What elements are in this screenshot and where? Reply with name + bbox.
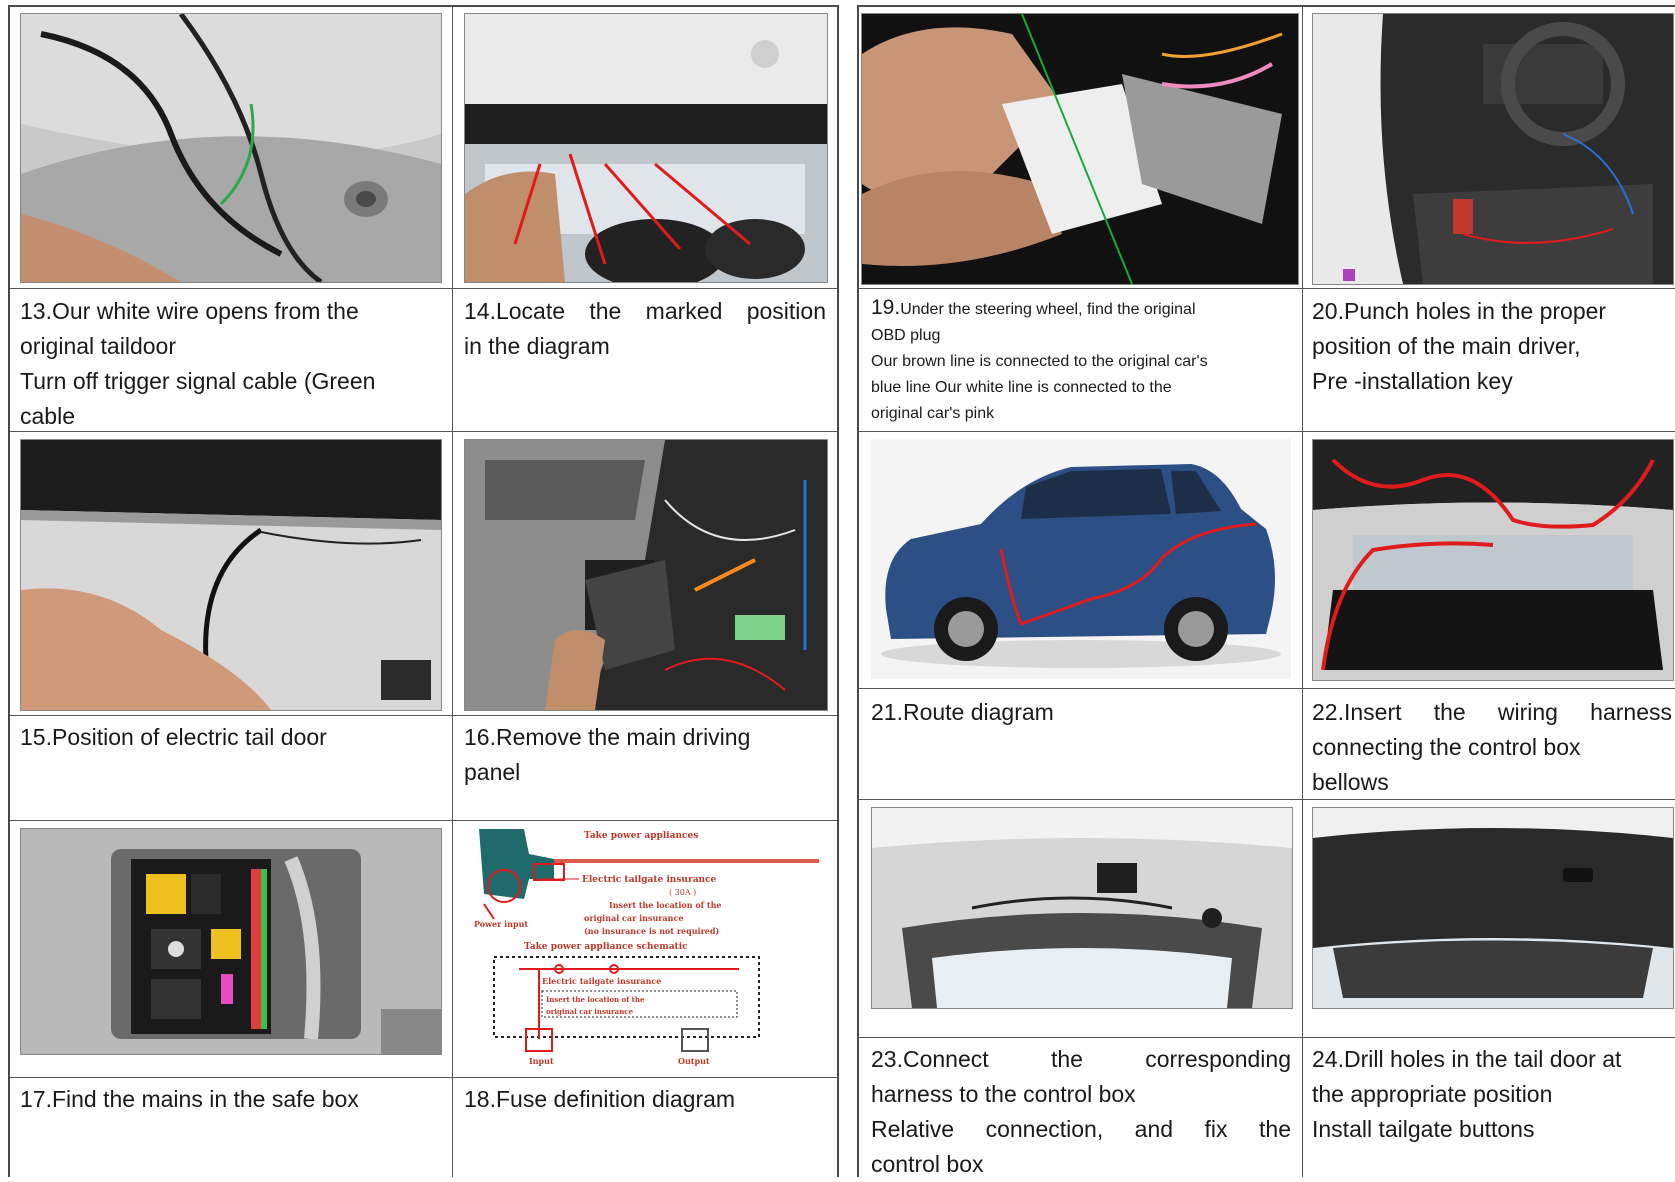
route-diagram: [871, 439, 1291, 679]
caption-line: 15.Position of electric tail door: [20, 724, 327, 750]
caption-line: original car's pink: [871, 405, 995, 422]
row-divider: [859, 1037, 1675, 1038]
caption-line: in the diagram: [464, 333, 610, 359]
caption-line: cable: [20, 403, 75, 429]
caption-line: blue line Our white line is connected to…: [871, 379, 1172, 396]
step-20-caption: 20.Punch holes in the proper position of…: [1312, 294, 1672, 399]
diagram-label: Output: [678, 1056, 710, 1066]
step-18-caption: 18.Fuse definition diagram: [464, 1082, 826, 1117]
caption-line: original taildoor: [20, 333, 176, 359]
step-17-caption: 17.Find the mains in the safe box: [20, 1082, 440, 1117]
caption-line: 24.Drill holes in the tail door at: [1312, 1046, 1622, 1072]
diagram-label: Insert the location of the: [546, 995, 645, 1004]
caption-line: bellows: [1312, 769, 1389, 795]
step-22-caption: 22.Insert the wiring harness connecting …: [1312, 695, 1672, 800]
caption-line: Our brown line is connected to the origi…: [871, 353, 1208, 370]
step-24-caption: 24.Drill holes in the tail door at the a…: [1312, 1042, 1672, 1147]
caption-line: 20.Punch holes in the proper: [1312, 298, 1607, 324]
diagram-label: Input: [529, 1056, 554, 1066]
diagram-label: Insert the location of the: [609, 900, 722, 910]
diagram-label: (no insurance is not required): [584, 926, 719, 936]
step-21-caption: 21.Route diagram: [871, 695, 1291, 730]
step-15-caption: 15.Position of electric tail door: [20, 720, 440, 755]
caption-line: Turn off trigger signal cable (Green: [20, 368, 376, 394]
main-driver-photo: [1312, 13, 1674, 285]
caption-line: 23.Connect the corresponding: [871, 1046, 1291, 1072]
row-divider: [10, 1077, 837, 1078]
control-box-photo: [871, 807, 1293, 1009]
right-instruction-table: 19.Under the steering wheel, find the or…: [857, 5, 1675, 1177]
step-19-caption: 19.Under the steering wheel, find the or…: [871, 295, 1296, 427]
taildoor-wire-photo: [20, 13, 442, 283]
step-14-caption: 14.Locate the marked position in the dia…: [464, 294, 826, 364]
step-23-caption: 23.Connect the corresponding harness to …: [871, 1042, 1291, 1182]
caption-line: 14.Locate the marked position: [464, 298, 826, 324]
column-divider: [1302, 7, 1303, 1177]
left-instruction-table: 13.Our white wire opens from the origina…: [8, 5, 839, 1177]
caption-line: the appropriate position: [1312, 1081, 1553, 1107]
caption-line: OBD plug: [871, 327, 941, 344]
caption-line: connecting the control box: [1312, 734, 1581, 760]
row-divider: [859, 688, 1675, 689]
control-box-bellows-photo: [1312, 439, 1674, 681]
tailgate-button-photo: [1312, 807, 1674, 1009]
row-divider: [859, 431, 1675, 432]
diagram-label: original car insurance: [584, 913, 683, 923]
driving-panel-photo: [464, 439, 828, 711]
caption-line: 18.Fuse definition diagram: [464, 1086, 736, 1112]
fuse-box-photo: [20, 828, 442, 1055]
electric-tail-door-photo: [20, 439, 442, 711]
column-divider: [452, 7, 453, 1177]
diagram-label: Take power appliances: [584, 831, 698, 841]
caption-line: 17.Find the mains in the safe box: [20, 1086, 359, 1112]
marked-position-photo: [464, 13, 828, 283]
diagram-label: Take power appliance schematic: [524, 942, 688, 952]
caption-line: panel: [464, 759, 521, 785]
row-divider: [10, 288, 837, 289]
diagram-label: ( 30A ): [669, 888, 696, 897]
caption-line: position of the main driver,: [1312, 333, 1581, 359]
caption-line: 13.Our white wire opens from the: [20, 298, 359, 324]
fuse-definition-diagram: Take power appliances Electric tailgate …: [464, 824, 836, 1069]
diagram-label: Power input: [474, 919, 528, 929]
caption-line: Pre -installation key: [1312, 368, 1513, 394]
caption-line: Relative connection, and fix the: [871, 1116, 1291, 1142]
step-13-caption: 13.Our white wire opens from the origina…: [20, 294, 440, 434]
row-divider: [10, 820, 837, 821]
obd-plug-photo: [861, 13, 1299, 285]
caption-line: 21.Route diagram: [871, 699, 1054, 725]
row-divider: [10, 715, 837, 716]
diagram-label: Electric tailgate insurance: [542, 976, 661, 986]
caption-line: 16.Remove the main driving: [464, 724, 751, 750]
caption-line: 22.Insert the wiring harness: [1312, 699, 1672, 725]
diagram-label: original car insurance: [546, 1007, 634, 1016]
row-divider: [859, 288, 1675, 289]
step-number: 19.: [871, 296, 901, 319]
step-16-caption: 16.Remove the main driving panel: [464, 720, 826, 790]
caption-line: Install tailgate buttons: [1312, 1116, 1535, 1142]
diagram-label: Electric tailgate insurance: [582, 875, 717, 885]
caption-line: harness to the control box: [871, 1081, 1136, 1107]
caption-line: Under the steering wheel, find the origi…: [900, 301, 1196, 318]
